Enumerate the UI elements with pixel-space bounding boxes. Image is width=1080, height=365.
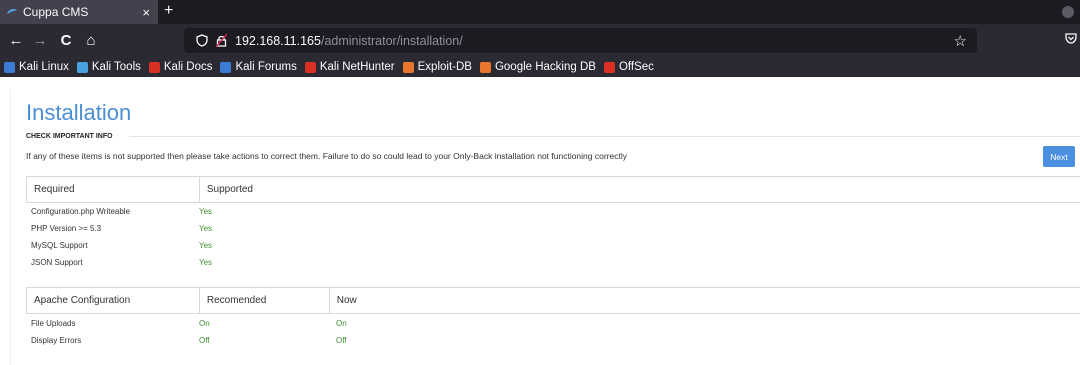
setting-recommended: Off xyxy=(199,336,210,345)
requirement-status: Yes xyxy=(199,207,213,216)
bookmark-item[interactable]: Kali NetHunter xyxy=(304,61,395,73)
bookmark-label: Kali Linux xyxy=(19,61,69,73)
requirement-name: Configuration.php Writeable xyxy=(31,207,131,216)
bookmark-label: Exploit-DB xyxy=(417,61,472,73)
requirement-name: JSON Support xyxy=(31,258,83,267)
url-host: 192.168.11.165 xyxy=(235,33,321,48)
browser-tab[interactable]: Cuppa CMS × xyxy=(0,0,158,24)
column-header-recommended: Recomended xyxy=(198,288,329,313)
bookmark-item[interactable]: Google Hacking DB xyxy=(479,61,596,73)
section-label: CHECK IMPORTANT INFO xyxy=(26,133,113,140)
setting-now: On xyxy=(336,319,347,328)
shield-icon[interactable] xyxy=(196,34,208,47)
bookmark-item[interactable]: OffSec xyxy=(603,61,654,73)
bookmark-favicon-icon xyxy=(148,61,160,73)
forward-button[interactable]: → xyxy=(30,30,50,50)
column-header-supported: Supported xyxy=(198,177,1080,202)
column-header-apache-configuration: Apache Configuration xyxy=(34,295,131,306)
column-header-now: Now xyxy=(328,288,1080,313)
bookmarks-toolbar: Kali Linux Kali Tools Kali Docs Kali Forums… xyxy=(0,57,1080,77)
bookmark-favicon-icon xyxy=(76,61,88,73)
setting-now: Off xyxy=(336,336,347,345)
table-row: File Uploads On On xyxy=(26,315,1080,332)
table-row: MySQL Support Yes xyxy=(26,237,1080,254)
reload-button[interactable]: C xyxy=(56,30,76,50)
requirement-status: Yes xyxy=(199,241,213,250)
requirement-name: PHP Version >= 5.3 xyxy=(31,224,102,233)
column-header-required: Required xyxy=(34,184,75,195)
bookmark-item[interactable]: Exploit-DB xyxy=(402,61,472,73)
tab-close-icon[interactable]: × xyxy=(142,5,150,20)
page-title: Installation xyxy=(26,100,132,125)
pocket-icon[interactable] xyxy=(1065,31,1077,49)
apache-table-header: Apache Configuration Recomended Now xyxy=(26,287,1080,314)
url-path: /administrator/installation/ xyxy=(320,33,463,48)
section-divider xyxy=(129,136,1080,137)
table-row: Configuration.php Writeable Yes xyxy=(26,203,1080,220)
bookmark-item[interactable]: Kali Docs xyxy=(148,61,213,73)
table-row: Display Errors Off Off xyxy=(26,332,1080,349)
bookmark-favicon-icon xyxy=(479,61,491,73)
setting-name: File Uploads xyxy=(31,319,76,328)
home-button[interactable]: ⌂ xyxy=(81,30,101,50)
bookmark-label: Kali Forums xyxy=(235,61,297,73)
new-tab-button[interactable]: + xyxy=(164,2,173,20)
requirement-name: MySQL Support xyxy=(31,241,88,250)
setting-name: Display Errors xyxy=(31,336,82,345)
bookmark-item[interactable]: Kali Forums xyxy=(220,61,297,73)
info-text: If any of these items is not supported t… xyxy=(26,151,627,161)
table-row: PHP Version >= 5.3 Yes xyxy=(26,220,1080,237)
bookmark-label: Google Hacking DB xyxy=(494,61,596,73)
bookmark-favicon-icon xyxy=(220,61,232,73)
bookmark-favicon-icon xyxy=(402,61,414,73)
bookmark-favicon-icon xyxy=(304,61,316,73)
bookmark-label: Kali NetHunter xyxy=(319,61,395,73)
navigation-bar: ← → C ⌂ 192.168.11.165/administrator/ins… xyxy=(0,24,1080,57)
bookmark-favicon-icon xyxy=(603,61,615,73)
bookmark-label: Kali Tools xyxy=(91,61,141,73)
requirement-status: Yes xyxy=(199,258,213,267)
setting-recommended: On xyxy=(199,319,210,328)
tab-title: Cuppa CMS xyxy=(23,5,89,19)
requirements-table-header: Required Supported xyxy=(26,176,1080,203)
window-control-icon[interactable] xyxy=(1062,6,1074,18)
bookmark-star-icon[interactable]: ☆ xyxy=(954,32,967,50)
bookmark-label: Kali Docs xyxy=(163,61,213,73)
requirement-status: Yes xyxy=(199,224,213,233)
lock-icon[interactable] xyxy=(216,34,227,47)
back-button[interactable]: ← xyxy=(6,30,26,50)
address-bar[interactable]: 192.168.11.165/administrator/installatio… xyxy=(184,28,977,53)
tab-bar: Cuppa CMS × + xyxy=(0,0,1080,24)
bookmark-label: OffSec xyxy=(618,61,654,73)
page-content: Installation CHECK IMPORTANT INFO If any… xyxy=(10,90,1080,365)
table-row: JSON Support Yes xyxy=(26,254,1080,271)
bookmark-favicon-icon xyxy=(4,61,15,73)
kali-favicon-icon xyxy=(7,9,17,14)
next-button[interactable]: Next xyxy=(1043,146,1075,167)
bookmark-item[interactable]: Kali Tools xyxy=(76,61,141,73)
bookmark-item[interactable]: Kali Linux xyxy=(4,61,69,73)
